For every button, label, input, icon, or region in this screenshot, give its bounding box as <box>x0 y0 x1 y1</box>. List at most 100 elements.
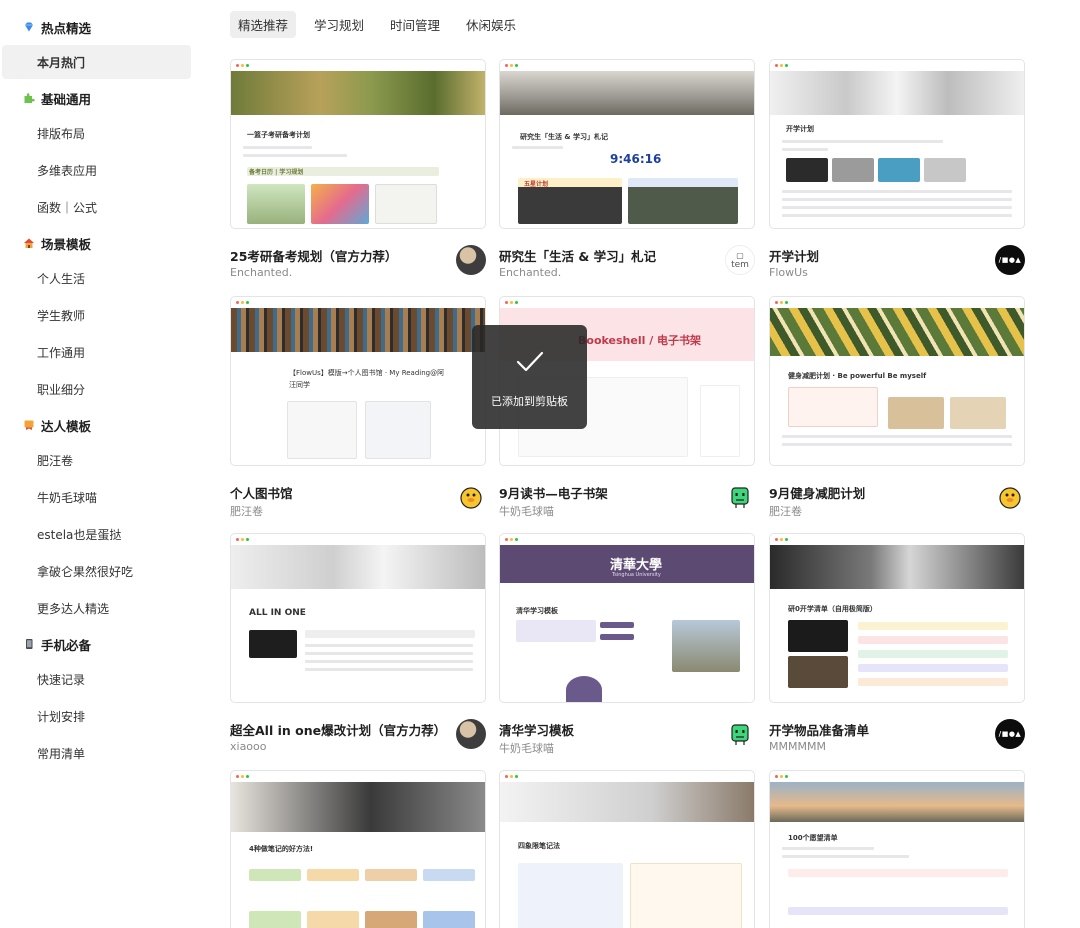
sidebar-group-hot[interactable]: 热点精选 <box>0 12 200 42</box>
avatar-alt-text: tem <box>731 259 749 270</box>
sidebar-item-quick-note[interactable]: 快速记录 <box>2 662 191 696</box>
template-preview[interactable]: 研究生「生活 & 学习」札记 9:46:16 五星计划 <box>499 59 755 229</box>
sidebar-item-checklists[interactable]: 常用清单 <box>2 736 191 770</box>
sidebar-item-creator-1[interactable]: 肥汪卷 <box>2 443 191 477</box>
author-avatar[interactable] <box>456 245 486 275</box>
template-card[interactable]: 研究生「生活 & 学习」札记 9:46:16 五星计划 研究生「生活 & 学习」… <box>499 59 755 279</box>
template-preview[interactable]: 清華大學 Tsinghua University 清华学习模板 <box>499 533 755 703</box>
sidebar: 热点精选 本月热门 基础通用 排版布局 多维表应用 函数｜公式 场景模板 个人生… <box>0 0 200 928</box>
cover-image <box>231 71 485 115</box>
sidebar-item-more-creators[interactable]: 更多达人精选 <box>2 591 191 625</box>
sidebar-group-label: 基础通用 <box>41 91 92 107</box>
preview-heading: 研0开学清单（自用极简版） <box>788 605 877 613</box>
card-author: Enchanted. <box>499 266 562 279</box>
template-preview[interactable]: 4种做笔记的好方法! <box>230 770 486 928</box>
sidebar-group-mobile[interactable]: 手机必备 <box>0 629 200 659</box>
cover-image <box>770 308 1024 356</box>
window-dots-icon <box>236 538 249 541</box>
author-avatar[interactable] <box>725 719 755 749</box>
sidebar-item-creator-2[interactable]: 牛奶毛球喵 <box>2 480 191 514</box>
window-dots-icon <box>505 301 518 304</box>
window-dots-icon <box>236 775 249 778</box>
check-icon <box>516 351 543 372</box>
preview-banner-sub: Tsinghua University <box>612 572 661 578</box>
author-avatar[interactable]: /■●▲ <box>995 719 1025 749</box>
template-card[interactable]: 【FlowUs】模版→个人图书馆 · My Reading@阿汪同学 个人图书馆… <box>230 296 486 518</box>
template-card[interactable]: 开学计划 开学计划 FlowUs /■●▲ <box>769 59 1025 279</box>
template-preview[interactable]: ALL IN ONE <box>230 533 486 703</box>
window-dots-icon <box>775 64 788 67</box>
preview-clock: 9:46:16 <box>610 152 662 166</box>
template-card[interactable]: 健身减肥计划 · Be powerful Be myself 9月健身减肥计划 … <box>769 296 1025 518</box>
sidebar-group-scenario[interactable]: 场景模板 <box>0 228 200 258</box>
author-avatar[interactable]: /■●▲ <box>995 245 1025 275</box>
template-card[interactable]: 100个愿望清单 <box>769 770 1025 928</box>
sidebar-item-formula[interactable]: 函数｜公式 <box>2 190 191 224</box>
sidebar-item-multi-table[interactable]: 多维表应用 <box>2 153 191 187</box>
cover-image <box>231 545 485 589</box>
window-dots-icon <box>505 775 518 778</box>
template-preview[interactable]: 【FlowUs】模版→个人图书馆 · My Reading@阿汪同学 <box>230 296 486 466</box>
toast-message: 已添加到剪贴板 <box>491 395 568 408</box>
template-card[interactable]: 一篮子考研备考计划 备考日历 | 学习规划 25考研备考规划（官方力荐） Enc… <box>230 59 486 279</box>
card-title: 超全All in one爆改计划（官方力荐） <box>230 723 447 738</box>
template-card[interactable]: 清華大學 Tsinghua University 清华学习模板 清华学习模板 牛… <box>499 533 755 755</box>
template-preview[interactable]: 健身减肥计划 · Be powerful Be myself <box>769 296 1025 466</box>
author-avatar[interactable] <box>725 482 755 512</box>
sidebar-item-layout[interactable]: 排版布局 <box>2 116 191 150</box>
tab-study-planning[interactable]: 学习规划 <box>306 11 372 38</box>
preview-heading: 【FlowUs】模版→个人图书馆 · My Reading@阿汪同学 <box>289 369 445 389</box>
preview-section: 五星计划 <box>524 181 549 188</box>
preview-heading: 100个愿望清单 <box>788 834 838 842</box>
sidebar-item-creator-4[interactable]: 拿破仑果然很好吃 <box>2 554 191 588</box>
template-card[interactable]: ALL IN ONE 超全All in one爆改计划（官方力荐） xiaooo <box>230 533 486 753</box>
preview-heading: 健身减肥计划 · Be powerful Be myself <box>788 372 927 380</box>
window-dots-icon <box>775 538 788 541</box>
preview-heading: 研究生「生活 & 学习」札记 <box>520 133 608 141</box>
sidebar-group-label: 热点精选 <box>41 20 92 36</box>
green-robot-icon <box>731 724 749 745</box>
card-author: 牛奶毛球喵 <box>499 742 554 755</box>
sidebar-item-work-general[interactable]: 工作通用 <box>2 335 191 369</box>
sidebar-item-profession[interactable]: 职业细分 <box>2 372 191 406</box>
category-tabs: 精选推荐 学习规划 时间管理 休闲娱乐 <box>230 11 524 38</box>
card-title: 25考研备考规划（官方力荐） <box>230 249 398 264</box>
sidebar-item-personal-life[interactable]: 个人生活 <box>2 261 191 295</box>
sidebar-group-creators[interactable]: 达人模板 <box>0 410 200 440</box>
card-title: 个人图书馆 <box>230 486 293 501</box>
sidebar-item-creator-3[interactable]: estela也是蛋挞 <box>2 517 191 551</box>
window-dots-icon <box>505 538 518 541</box>
window-dots-icon <box>236 64 249 67</box>
template-card[interactable]: 4种做笔记的好方法! <box>230 770 486 928</box>
author-avatar[interactable]: ▢ tem <box>725 245 755 275</box>
template-card[interactable]: 四象限笔记法 <box>499 770 755 928</box>
cover-image <box>500 782 754 822</box>
author-avatar[interactable] <box>456 719 486 749</box>
tab-leisure[interactable]: 休闲娱乐 <box>458 11 524 38</box>
card-title: 9月读书—电子书架 <box>499 486 608 501</box>
flowus-logo-icon: /■●▲ <box>998 730 1022 738</box>
phone-icon <box>22 637 36 651</box>
template-preview[interactable]: 100个愿望清单 <box>769 770 1025 928</box>
template-preview[interactable]: 开学计划 <box>769 59 1025 229</box>
template-preview[interactable]: 四象限笔记法 <box>499 770 755 928</box>
sidebar-item-planning[interactable]: 计划安排 <box>2 699 191 733</box>
template-preview[interactable]: 一篮子考研备考计划 备考日历 | 学习规划 <box>230 59 486 229</box>
author-avatar[interactable] <box>456 482 486 512</box>
cover-image <box>770 782 1024 822</box>
template-card[interactable]: 研0开学清单（自用极简版） 开学物品准备清单 MMMMMM /■●▲ <box>769 533 1025 753</box>
card-author: 牛奶毛球喵 <box>499 505 554 518</box>
cover-image <box>770 71 1024 115</box>
template-preview[interactable]: 研0开学清单（自用极简版） <box>769 533 1025 703</box>
window-dots-icon <box>775 301 788 304</box>
tab-featured[interactable]: 精选推荐 <box>230 11 297 38</box>
sidebar-item-student-teacher[interactable]: 学生教师 <box>2 298 191 332</box>
tab-time-management[interactable]: 时间管理 <box>382 11 448 38</box>
sidebar-group-basic[interactable]: 基础通用 <box>0 83 200 113</box>
sidebar-group-label: 场景模板 <box>41 236 92 252</box>
card-title: 开学物品准备清单 <box>769 723 870 738</box>
sidebar-item-monthly-hot[interactable]: 本月热门 <box>2 45 191 79</box>
card-title: 9月健身减肥计划 <box>769 486 866 501</box>
author-avatar[interactable] <box>995 482 1025 512</box>
diamond-icon <box>22 20 36 34</box>
